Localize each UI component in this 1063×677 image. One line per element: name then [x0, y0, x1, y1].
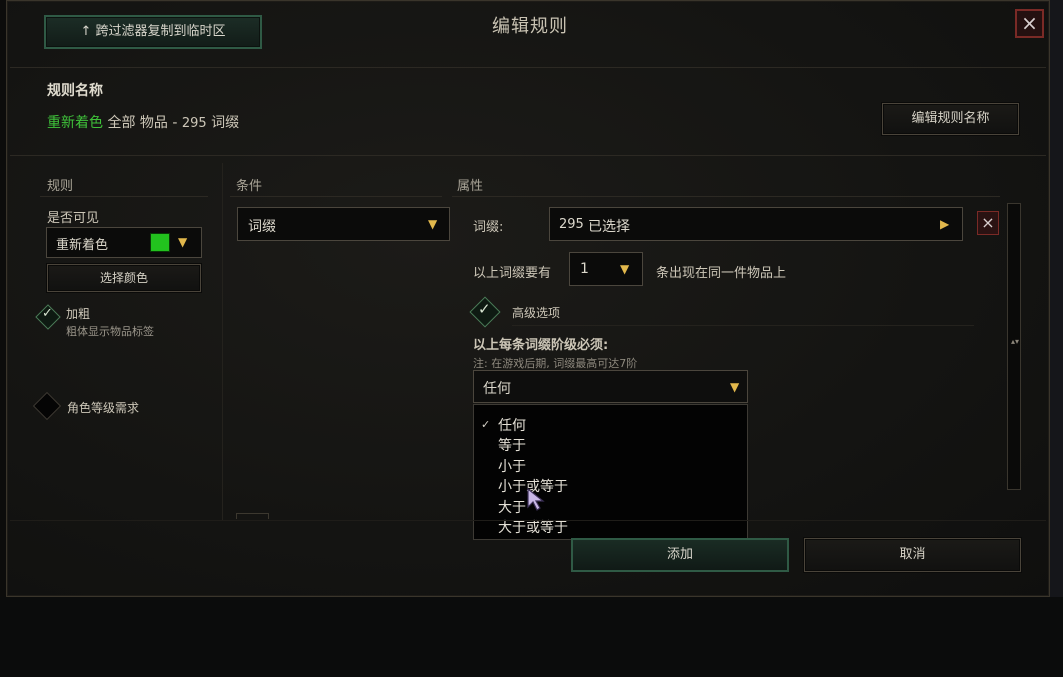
- choose-color-button[interactable]: 选择颜色: [47, 264, 201, 292]
- chevron-right-icon: ▶: [940, 217, 950, 231]
- chevron-down-icon: ▼: [730, 380, 740, 394]
- visibility-value: 重新着色: [56, 238, 109, 253]
- footer-divider: [10, 520, 1046, 521]
- rule-name-summary: 重新着色 全部 物品 - 295 词缀: [47, 112, 239, 132]
- min-affix-prefix: 以上词缀要有: [473, 266, 552, 281]
- tier-option[interactable]: 等于: [498, 435, 526, 455]
- conditions-header: 条件: [236, 179, 263, 194]
- properties-header: 属性: [457, 179, 484, 194]
- checkmark-icon: ✓: [481, 418, 491, 431]
- advanced-options-label: 高级选项: [512, 306, 561, 320]
- scroll-grip-icon: ▴▾: [1011, 337, 1020, 346]
- properties-header-underline: [452, 196, 1000, 197]
- background-bottom: [0, 597, 1063, 677]
- rule-name-middle: 全部 物品 -: [103, 115, 182, 131]
- copy-to-temp-button[interactable]: ↑ 跨过滤器复制到临时区: [44, 15, 262, 49]
- rule-name-suffix: 词缀: [206, 115, 240, 131]
- remove-affix-icon[interactable]: ×: [977, 211, 999, 235]
- rule-name-header: 规则名称: [47, 83, 103, 99]
- level-requirement-label: 角色等级需求: [67, 401, 140, 415]
- close-icon[interactable]: ×: [1015, 9, 1044, 38]
- bold-description: 粗体显示物品标签: [66, 325, 154, 338]
- affix-selected-text: 已选择: [588, 219, 630, 235]
- min-affix-suffix: 条出现在同一件物品上: [656, 266, 787, 281]
- bold-label: 加粗: [66, 307, 91, 321]
- min-affix-select[interactable]: 1 ▼: [569, 252, 643, 286]
- affix-select[interactable]: 295 已选择 ▶: [549, 207, 963, 241]
- rules-header-underline: [40, 196, 208, 197]
- min-affix-value: 1: [580, 261, 589, 277]
- chevron-down-icon: ▼: [620, 262, 630, 276]
- mouse-cursor-icon: [527, 487, 545, 511]
- checkmark-icon: ✓: [42, 306, 53, 321]
- add-condition-tab[interactable]: [236, 513, 269, 519]
- affix-count: 295: [559, 217, 584, 232]
- rule-name-prefix: 重新着色: [47, 115, 103, 131]
- tier-value: 任何: [483, 381, 511, 397]
- visible-label: 是否可见: [47, 211, 100, 226]
- conditions-header-underline: [230, 196, 442, 197]
- advanced-divider: [512, 325, 974, 326]
- checkmark-icon: ✓: [478, 300, 491, 318]
- column-divider-1: [222, 163, 223, 520]
- properties-scrollbar[interactable]: ▴▾: [1007, 203, 1021, 490]
- tier-option[interactable]: 大于: [498, 497, 526, 517]
- rules-header: 规则: [47, 179, 74, 194]
- header-divider: [10, 67, 1046, 68]
- color-swatch[interactable]: [150, 233, 170, 252]
- background-strip-right: [1050, 0, 1063, 597]
- chevron-down-icon: ▼: [428, 217, 438, 231]
- condition-value: 词缀: [248, 219, 276, 235]
- add-button[interactable]: 添加: [571, 538, 789, 572]
- tier-label: 以上每条词缀阶级必须:: [473, 338, 609, 353]
- condition-select[interactable]: 词缀 ▼: [237, 207, 450, 241]
- chevron-down-icon: ▼: [178, 235, 188, 249]
- tier-select[interactable]: 任何 ▼: [473, 370, 748, 403]
- dialog-title: 编辑规则: [492, 16, 568, 37]
- tier-option[interactable]: 小于: [498, 456, 526, 476]
- tier-option[interactable]: 任何: [498, 415, 526, 435]
- cancel-button[interactable]: 取消: [804, 538, 1021, 572]
- rule-name-count: 295: [181, 116, 207, 131]
- tier-note: 注: 在游戏后期, 词缀最高可达7阶: [473, 357, 638, 370]
- affix-label: 词缀:: [473, 220, 504, 235]
- edit-rule-name-button[interactable]: 编辑规则名称: [882, 103, 1019, 135]
- visibility-select[interactable]: 重新着色 ▼: [46, 227, 202, 258]
- section-divider: [10, 155, 1046, 156]
